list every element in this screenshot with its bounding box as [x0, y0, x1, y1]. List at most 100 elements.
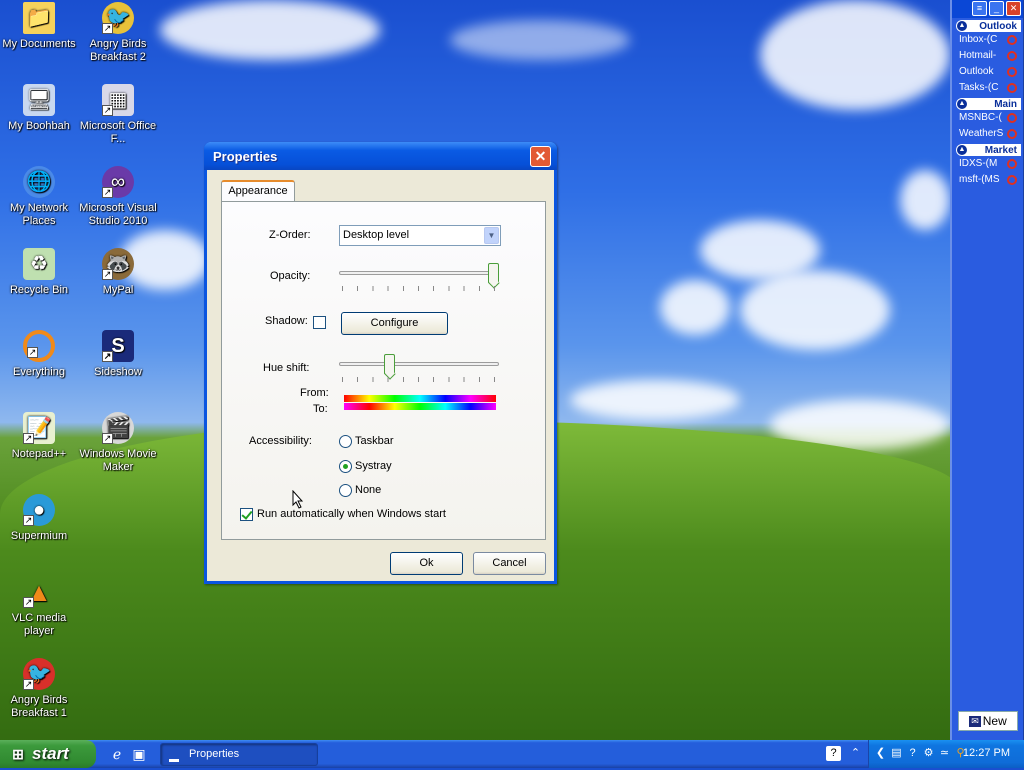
configure-button[interactable]: Configure — [341, 312, 448, 335]
properties-dialog: Properties ✕ Appearance Z-Order: Desktop… — [204, 142, 557, 584]
sideshow-icon: S ↗ — [102, 330, 134, 362]
desktop-icon-mypal[interactable]: 🦝 ↗ MyPal — [79, 248, 157, 297]
opacity-label: Opacity: — [270, 270, 311, 282]
run-automatically-checkbox[interactable] — [240, 508, 253, 521]
browser-icon: ● ↗ — [23, 494, 55, 526]
sidebar-item-msft[interactable]: msft-(MS — [952, 172, 1023, 188]
sidebar-item-outlook[interactable]: Outlook — [952, 64, 1023, 80]
desktop-icon-vlc[interactable]: ▲ ↗ VLC media player — [0, 576, 78, 638]
question-icon[interactable]: ? — [905, 746, 920, 761]
folder-icon: 📁 — [23, 2, 55, 34]
to-color-bar — [344, 403, 496, 410]
desktop-icon-notepad-plus-plus[interactable]: 📝 ↗ Notepad++ — [0, 412, 78, 461]
start-button[interactable]: ⊞ start — [0, 740, 96, 768]
sidebar-item-weather[interactable]: WeatherS — [952, 126, 1023, 142]
network-tray-icon[interactable]: ⚙ — [921, 746, 936, 761]
status-icon — [1007, 35, 1017, 45]
internet-explorer-icon[interactable]: ℯ — [108, 745, 126, 763]
status-icon — [1007, 175, 1017, 185]
vlc-icon: ▲ ↗ — [23, 576, 52, 608]
from-label: From: — [300, 387, 329, 399]
desktop-icon-angry-birds-1[interactable]: 🐦 ↗ Angry Birds Breakfast 1 — [0, 658, 78, 720]
desktop-icon-movie-maker[interactable]: 🎬 ↗ Windows Movie Maker — [79, 412, 157, 474]
sideshow-tray-icon[interactable]: ▤ — [889, 746, 904, 761]
run-automatically-label[interactable]: Run automatically when Windows start — [257, 508, 446, 520]
desktop-icon-visual-studio[interactable]: ∞ ↗ Microsoft Visual Studio 2010 — [79, 166, 157, 228]
none-radio[interactable] — [339, 484, 352, 497]
sidebar-section-main[interactable]: ▲ Main — [956, 98, 1021, 110]
sidebar-section-market[interactable]: ▲ Market — [956, 144, 1021, 156]
clock[interactable]: 12:27 PM — [963, 747, 1010, 759]
desktop-icon-my-network-places[interactable]: 🌐 My Network Places — [0, 166, 78, 228]
from-color-bar — [344, 395, 496, 402]
sidebar-item-inbox[interactable]: Inbox-(C — [952, 32, 1023, 48]
chevron-up-icon[interactable]: ⌃ — [848, 746, 863, 761]
sidebar-section-outlook[interactable]: ▲ Outlook — [956, 20, 1021, 32]
sidebar-item-msnbc[interactable]: MSNBC-( — [952, 110, 1023, 126]
desktop-icon-sideshow[interactable]: S ↗ Sideshow — [79, 330, 157, 379]
systray-radio-label[interactable]: Systray — [355, 460, 392, 472]
help-icon[interactable]: ? — [826, 746, 841, 761]
taskbar-radio-label[interactable]: Taskbar — [355, 435, 394, 447]
shadow-label: Shadow: — [265, 315, 308, 327]
dialog-titlebar[interactable]: Properties — [204, 142, 557, 170]
computer-icon: 🖥 — [23, 84, 55, 116]
notepad-icon: 📝 ↗ — [23, 412, 55, 444]
hue-slider-track[interactable] — [339, 362, 499, 366]
angry-birds-icon: 🐦 ↗ — [23, 658, 55, 690]
network-icon: 🌐 — [23, 166, 55, 198]
zorder-label: Z-Order: — [269, 229, 311, 241]
none-radio-label[interactable]: None — [355, 484, 381, 496]
taskbar-button-properties[interactable]: ▬ Properties — [160, 743, 318, 766]
desktop-icon-recycle-bin[interactable]: ♻ Recycle Bin — [0, 248, 78, 297]
properties-app-icon: ▬ — [169, 754, 179, 765]
sidebar-item-tasks[interactable]: Tasks-(C — [952, 80, 1023, 96]
angry-birds-icon: 🐦 ↗ — [102, 2, 134, 34]
close-button[interactable]: ✕ — [530, 146, 551, 167]
status-icon — [1007, 51, 1017, 61]
hue-shift-label: Hue shift: — [263, 362, 310, 374]
volume-icon[interactable]: ≃ — [937, 746, 952, 761]
office-icon: ▦ ↗ — [102, 84, 134, 116]
shadow-checkbox[interactable] — [313, 316, 326, 329]
zorder-select[interactable]: Desktop level ▼ — [339, 225, 501, 246]
sidebar-item-hotmail[interactable]: Hotmail- — [952, 48, 1023, 64]
everything-icon: ↗ — [23, 330, 55, 362]
sidebar-gadget: ≡ _ ✕ ▲ Outlook Inbox-(C Hotmail- Outlook… — [950, 0, 1024, 740]
hue-slider-ticks — [342, 377, 496, 382]
expand-tray-icon[interactable]: ❮ — [873, 746, 888, 761]
desktop-icon-angry-birds-2[interactable]: 🐦 ↗ Angry Birds Breakfast 2 — [79, 2, 157, 64]
accessibility-label: Accessibility: — [249, 435, 312, 447]
desktop-icon-my-boohbah[interactable]: 🖥 My Boohbah — [0, 84, 78, 133]
desktop-icon-supermium[interactable]: ● ↗ Supermium — [0, 494, 78, 543]
close-icon[interactable]: ✕ — [1006, 1, 1021, 16]
sidebar-item-idxs[interactable]: IDXS-(M — [952, 156, 1023, 172]
new-button[interactable]: ✉ New — [958, 711, 1018, 731]
tab-appearance[interactable]: Appearance — [221, 180, 295, 202]
desktop-icon-microsoft-office[interactable]: ▦ ↗ Microsoft Office F... — [79, 84, 157, 146]
desktop-icon-everything[interactable]: ↗ Everything — [0, 330, 78, 379]
collapse-icon: ▲ — [957, 21, 967, 31]
opacity-slider-track[interactable] — [339, 271, 499, 275]
menu-icon[interactable]: ≡ — [972, 1, 987, 16]
chevron-down-icon[interactable]: ▼ — [484, 227, 499, 244]
system-tray: ❮ ▤ ? ⚙ ≃ ⚲ 12:27 PM — [868, 740, 1024, 768]
show-desktop-icon[interactable]: ▣ — [130, 745, 148, 763]
windows-flag-icon: ⊞ — [12, 746, 24, 762]
cancel-button[interactable]: Cancel — [473, 552, 546, 575]
taskbar-radio[interactable] — [339, 435, 352, 448]
recycle-bin-icon: ♻ — [23, 248, 55, 280]
ok-button[interactable]: Ok — [390, 552, 463, 575]
to-label: To: — [313, 403, 328, 415]
collapse-icon: ▲ — [957, 99, 967, 109]
status-icon — [1007, 159, 1017, 169]
opacity-slider-ticks — [342, 286, 496, 291]
opacity-slider-thumb[interactable] — [488, 263, 499, 283]
mouse-cursor-icon — [292, 490, 304, 509]
hue-slider-thumb[interactable] — [383, 354, 395, 374]
minimize-icon[interactable]: _ — [989, 1, 1004, 16]
mypal-icon: 🦝 ↗ — [102, 248, 134, 280]
systray-radio[interactable] — [339, 460, 352, 473]
status-icon — [1007, 129, 1017, 139]
desktop-icon-my-documents[interactable]: 📁 My Documents — [0, 2, 78, 51]
